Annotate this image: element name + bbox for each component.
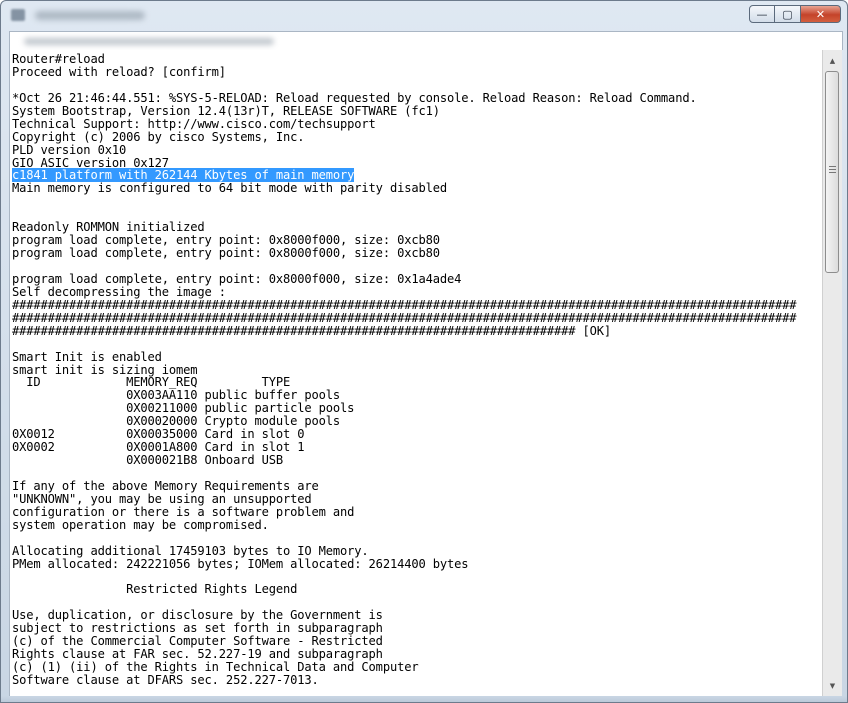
- terminal-line: If any of the above Memory Requirements …: [12, 478, 319, 493]
- terminal-line: Technical Support: http://www.cisco.com/…: [12, 116, 376, 131]
- terminal-line: "UNKNOWN", you may be using an unsupport…: [12, 491, 312, 506]
- terminal-line: Allocating additional 17459103 bytes to …: [12, 543, 369, 558]
- terminal-line: program load complete, entry point: 0x80…: [12, 271, 462, 286]
- terminal-line: PLD version 0x10: [12, 142, 127, 157]
- terminal-window: — ▢ ✕ Router#reload Proceed with reload? …: [0, 0, 848, 703]
- maximize-icon: ▢: [782, 7, 793, 21]
- terminal-line: program load complete, entry point: 0x80…: [12, 246, 440, 261]
- caption-buttons: — ▢ ✕: [749, 5, 841, 23]
- title-bar[interactable]: — ▢ ✕: [1, 1, 847, 31]
- scroll-up-arrow[interactable]: ▲: [823, 52, 842, 69]
- menu-text-blurred: [24, 38, 274, 45]
- close-icon: ✕: [815, 7, 826, 21]
- terminal-line: Smart Init is enabled: [12, 349, 162, 364]
- terminal-line: ########################################…: [12, 310, 797, 325]
- window-bottom-border: [1, 696, 847, 702]
- terminal-line: System Bootstrap, Version 12.4(13r)T, RE…: [12, 103, 440, 118]
- menu-bar-blurred: [9, 31, 843, 50]
- terminal-line: 0X000021B8 Onboard USB: [12, 453, 283, 468]
- window-title-blurred: [35, 11, 145, 20]
- terminal-line: *Oct 26 21:46:44.551: %SYS-5-RELOAD: Rel…: [12, 90, 697, 105]
- terminal-line: ########################################…: [12, 297, 797, 312]
- terminal-output[interactable]: Router#reload Proceed with reload? [confi…: [9, 50, 822, 696]
- close-button[interactable]: ✕: [801, 5, 841, 23]
- grip-icon: [829, 166, 836, 175]
- selected-text: c1841 platform with 262144 Kbytes of mai…: [12, 168, 355, 183]
- terminal-line: system operation may be compromised.: [12, 517, 269, 532]
- arrow-up-icon: ▲: [829, 56, 836, 65]
- app-icon: [11, 9, 25, 21]
- minimize-button[interactable]: —: [749, 5, 775, 23]
- maximize-button[interactable]: ▢: [775, 5, 801, 23]
- terminal-line: Copyright (c) 2006 by cisco Systems, Inc…: [12, 129, 305, 144]
- terminal-line: Proceed with reload? [confirm]: [12, 64, 226, 79]
- terminal-text[interactable]: Router#reload Proceed with reload? [confi…: [10, 50, 822, 687]
- terminal-line: Self decompressing the image :: [12, 284, 226, 299]
- terminal-line: ########################################…: [12, 323, 612, 338]
- vertical-scrollbar[interactable]: ▲ ▼: [822, 50, 842, 696]
- scrollbar-thumb[interactable]: [825, 71, 839, 273]
- terminal-line: PMem allocated: 242221056 bytes; IOMem a…: [12, 556, 469, 571]
- scroll-down-arrow[interactable]: ▼: [823, 677, 842, 694]
- minimize-icon: —: [756, 7, 768, 21]
- terminal-line: Software clause at DFARS sec. 252.227-70…: [12, 673, 319, 687]
- terminal-line: Restricted Rights Legend: [12, 582, 298, 597]
- terminal-line: Main memory is configured to 64 bit mode…: [12, 181, 447, 196]
- arrow-down-icon: ▼: [829, 681, 836, 690]
- terminal-line: configuration or there is a software pro…: [12, 504, 355, 519]
- terminal-line: Router#reload: [12, 52, 105, 66]
